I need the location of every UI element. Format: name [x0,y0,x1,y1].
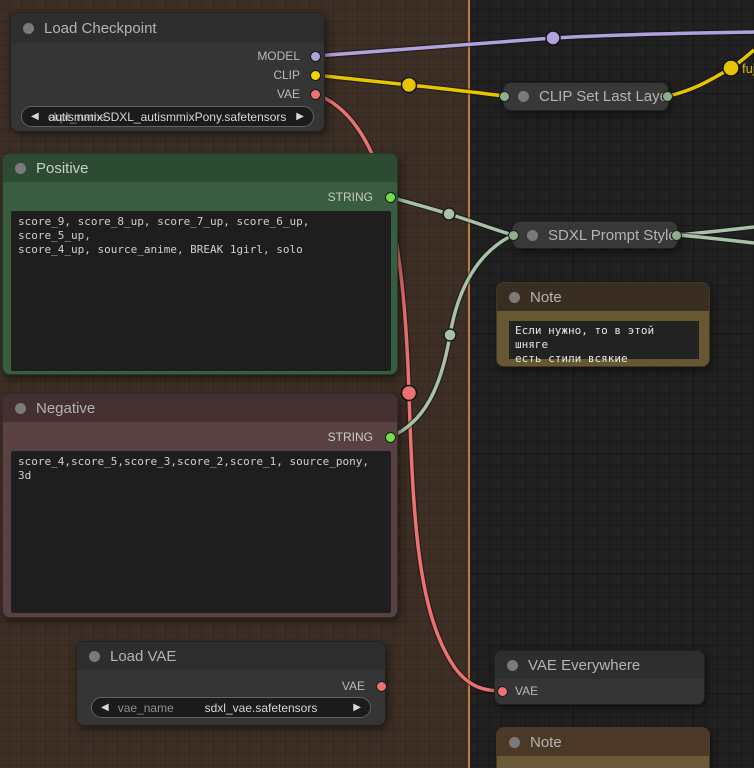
widget-value: sdxl_vae.safetensors [92,701,370,715]
node-title: CLIP Set Last Layer [539,88,673,105]
collapse-dot-icon[interactable] [23,23,34,34]
vae-link-dot[interactable] [402,386,417,401]
node-titlebar: Note [497,283,709,311]
collapse-dot-icon[interactable] [15,163,26,174]
model-output-port[interactable] [310,51,321,62]
note-textarea[interactable]: Если нужно, то в этой шняге есть стили в… [509,321,699,359]
node-title: Load Checkpoint [44,20,157,37]
collapsed-input-port[interactable] [499,91,510,102]
vae-input-port[interactable] [497,686,508,697]
positive-link-dot[interactable] [443,208,455,220]
collapse-dot-icon[interactable] [507,660,518,671]
string-output-label: STRING [328,190,373,204]
string-output-label: STRING [328,430,373,444]
node-titlebar: Negative [3,394,397,422]
collapse-dot-icon[interactable] [527,230,538,241]
ckpt-name-widget[interactable]: ◀ ckpt_name autismmixSDXL_autismmixPony.… [21,106,314,127]
node-note-bottom[interactable]: Note [496,727,710,768]
node-positive-prompt[interactable]: Positive STRING score_9, score_8_up, sco… [2,153,398,375]
node-load-vae[interactable]: Load VAE VAE ◀ vae_name sdxl_vae.safeten… [76,641,386,726]
node-load-checkpoint[interactable]: Load Checkpoint MODEL CLIP VAE ◀ ckpt_na… [10,12,325,132]
vae-input-label: VAE [515,684,538,698]
collapse-dot-icon[interactable] [15,403,26,414]
node-title: Note [530,734,562,751]
clip-edge-dot[interactable] [723,60,739,76]
collapse-dot-icon[interactable] [509,292,520,303]
collapsed-output-port[interactable] [671,230,682,241]
node-title: SDXL Prompt Styler [548,227,682,244]
widget-value: autismmixSDXL_autismmixPony.safetensors [22,110,313,124]
collapse-dot-icon[interactable] [509,737,520,748]
node-title: VAE Everywhere [528,657,640,674]
node-graph-canvas[interactable]: fujin Load Checkpoint MODEL CLIP VAE ◀ c… [0,0,754,768]
node-titlebar: Positive [3,154,397,182]
clip-link-dot[interactable] [402,78,417,93]
negative-link-dot[interactable] [444,329,456,341]
edge-cutoff-label: fujin [742,61,754,76]
node-titlebar: Load Checkpoint [11,13,324,43]
vae-name-widget[interactable]: ◀ vae_name sdxl_vae.safetensors ▶ [91,697,371,718]
node-title: Load VAE [110,648,176,665]
node-titlebar: Load VAE [77,642,385,670]
positive-prompt-textarea[interactable]: score_9, score_8_up, score_7_up, score_6… [11,211,391,371]
node-title: Note [530,289,562,306]
node-title: Negative [36,400,95,417]
clip-output-port[interactable] [310,70,321,81]
string-output-port[interactable] [385,432,396,443]
clip-output-label: CLIP [273,68,300,82]
collapse-dot-icon[interactable] [518,91,529,102]
node-note-styles[interactable]: Note Если нужно, то в этой шняге есть ст… [496,282,710,367]
node-clip-set-last-layer[interactable]: CLIP Set Last Layer [503,82,669,111]
node-vae-everywhere[interactable]: VAE Everywhere VAE [494,650,705,705]
model-link-dot[interactable] [546,31,560,45]
vae-output-port[interactable] [376,681,387,692]
vae-output-label: VAE [277,87,300,101]
node-titlebar: VAE Everywhere [495,651,704,679]
vae-output-port[interactable] [310,89,321,100]
negative-prompt-textarea[interactable]: score_4,score_5,score_3,score_2,score_1,… [11,451,391,613]
string-output-port[interactable] [385,192,396,203]
node-titlebar: Note [497,728,709,756]
collapse-dot-icon[interactable] [89,651,100,662]
node-title: Positive [36,160,89,177]
collapsed-output-port[interactable] [662,91,673,102]
vae-output-label: VAE [342,679,365,693]
node-sdxl-prompt-styler[interactable]: SDXL Prompt Styler [512,221,678,249]
node-negative-prompt[interactable]: Negative STRING score_4,score_5,score_3,… [2,393,398,618]
model-output-label: MODEL [257,49,300,63]
collapsed-input-port[interactable] [508,230,519,241]
